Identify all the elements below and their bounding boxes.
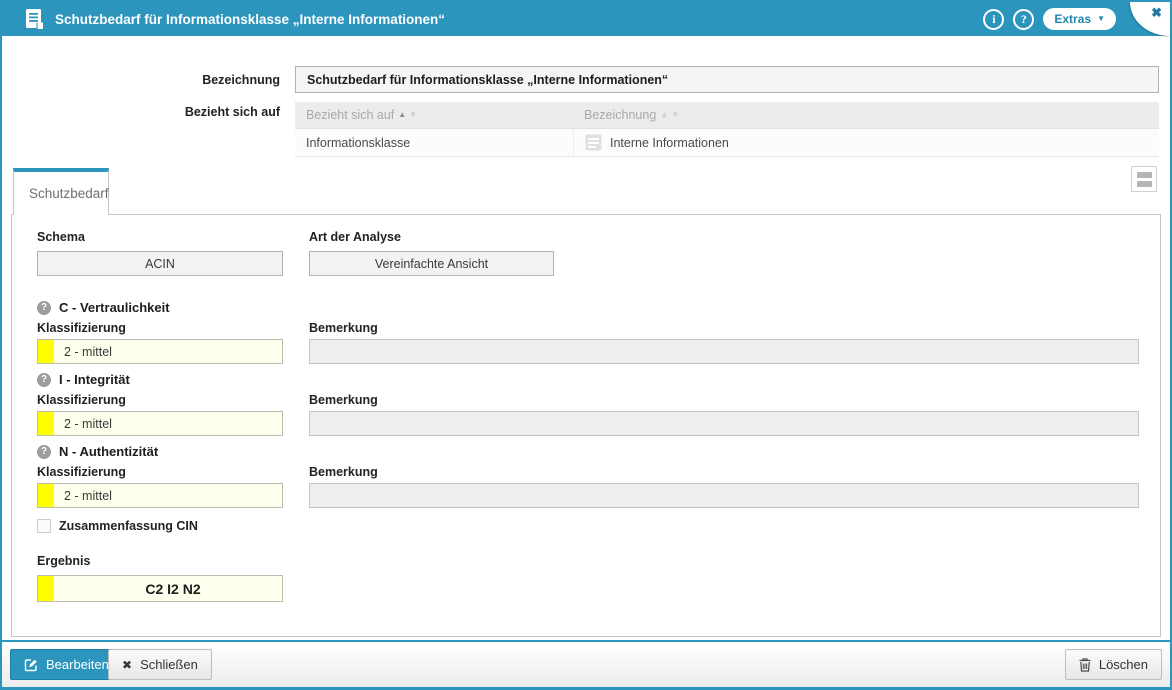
page-title: Schutzbedarf für Informationsklasse „Int… <box>55 11 446 27</box>
rows-bar <box>1136 171 1152 178</box>
schema-label: Schema <box>37 230 85 244</box>
zusammenfassung-cin-checkbox[interactable] <box>37 519 51 533</box>
schema-field: ACIN <box>37 251 283 276</box>
trash-icon <box>1079 657 1091 672</box>
extras-dropdown-button[interactable]: Extras ▼ <box>1043 8 1116 30</box>
dialog-window: Schutzbedarf für Informationsklasse „Int… <box>0 0 1172 690</box>
section-c-header: ? C - Vertraulichkeit <box>37 300 170 315</box>
close-x-icon: ✖ <box>122 657 133 672</box>
layout-rows-icon[interactable] <box>1131 166 1157 192</box>
relation-column-name[interactable]: Bezeichnung ▲ ▼ <box>573 108 1159 122</box>
help-icon[interactable]: ? <box>37 372 51 387</box>
table-row[interactable]: Informationsklasse Interne Informationen <box>295 129 1159 157</box>
edit-button-label: Bearbeiten <box>46 657 109 672</box>
klassifizierung-label: Klassifizierung <box>37 393 126 407</box>
ergebnis-value: C2 I2 N2 <box>145 580 201 597</box>
classification-color-bar <box>38 484 54 507</box>
klassifizierung-label: Klassifizierung <box>37 321 126 335</box>
close-icon[interactable]: ✖ <box>1151 5 1162 21</box>
chevron-down-icon: ▼ <box>1097 14 1105 23</box>
section-n-title: N - Authentizität <box>59 444 159 459</box>
relation-row-type: Informationsklasse <box>306 135 411 150</box>
extras-label: Extras <box>1054 12 1092 26</box>
bemerkung-field-c <box>309 339 1139 364</box>
section-c-title: C - Vertraulichkeit <box>59 300 170 315</box>
document-icon <box>26 9 43 29</box>
bemerkung-field-n <box>309 483 1139 508</box>
bezeichnung-value: Schutzbedarf für Informationsklasse „Int… <box>307 72 669 87</box>
klassifizierung-value-i: 2 - mittel <box>64 416 112 431</box>
result-color-bar <box>38 576 54 601</box>
footer-toolbar: Bearbeiten ✖ Schließen Löschen <box>2 640 1170 687</box>
bemerkung-label: Bemerkung <box>309 321 378 335</box>
informationsklasse-icon <box>585 134 602 151</box>
edit-button[interactable]: Bearbeiten <box>10 649 123 680</box>
sort-asc-icon[interactable]: ▲ <box>660 111 668 119</box>
relation-row-name: Interne Informationen <box>610 135 729 150</box>
relation-table: Bezieht sich auf ▲ ▼ Bezeichnung ▲ ▼ Inf… <box>295 102 1159 157</box>
relation-column-type-label: Bezieht sich auf <box>306 108 395 122</box>
klassifizierung-field-n: 2 - mittel <box>37 483 283 508</box>
close-button[interactable]: ✖ Schließen <box>108 649 212 680</box>
sort-desc-icon[interactable]: ▼ <box>671 111 679 119</box>
titlebar: Schutzbedarf für Informationsklasse „Int… <box>2 2 1170 36</box>
section-n-header: ? N - Authentizität <box>37 444 158 459</box>
relation-table-header: Bezieht sich auf ▲ ▼ Bezeichnung ▲ ▼ <box>295 102 1159 129</box>
sort-asc-icon[interactable]: ▲ <box>398 111 406 119</box>
tab-schutzbedarf[interactable]: Schutzbedarf <box>13 168 109 215</box>
klassifizierung-label: Klassifizierung <box>37 465 126 479</box>
bemerkung-field-i <box>309 411 1139 436</box>
classification-color-bar <box>38 412 54 435</box>
help-icon[interactable]: ? <box>37 444 51 459</box>
titlebar-actions: i ? Extras ▼ <box>983 8 1116 30</box>
analyse-value: Vereinfachte Ansicht <box>374 256 489 271</box>
ergebnis-label: Ergebnis <box>37 554 91 568</box>
section-i-title: I - Integrität <box>59 372 130 387</box>
sort-desc-icon[interactable]: ▼ <box>409 111 417 119</box>
bezeichnung-field: Schutzbedarf für Informationsklasse „Int… <box>295 66 1159 93</box>
klassifizierung-value-n: 2 - mittel <box>64 488 112 503</box>
rows-bar <box>1136 180 1152 187</box>
klassifizierung-field-c: 2 - mittel <box>37 339 283 364</box>
relation-column-type[interactable]: Bezieht sich auf ▲ ▼ <box>295 108 573 122</box>
section-i-header: ? I - Integrität <box>37 372 130 387</box>
schema-value: ACIN <box>145 256 175 271</box>
bemerkung-label: Bemerkung <box>309 465 378 479</box>
relation-row-name-cell: Interne Informationen <box>573 129 1159 156</box>
delete-button[interactable]: Löschen <box>1064 649 1162 680</box>
bemerkung-label: Bemerkung <box>309 393 378 407</box>
tab-schutzbedarf-label: Schutzbedarf <box>29 186 109 201</box>
klassifizierung-field-i: 2 - mittel <box>37 411 283 436</box>
klassifizierung-value-c: 2 - mittel <box>64 344 112 359</box>
classification-color-bar <box>38 340 54 363</box>
info-icon[interactable]: i <box>983 8 1005 30</box>
relation-column-name-label: Bezeichnung <box>584 108 657 122</box>
ergebnis-field: C2 I2 N2 <box>37 575 283 602</box>
help-icon[interactable]: ? <box>37 300 51 315</box>
zusammenfassung-cin-label: Zusammenfassung CIN <box>59 519 198 533</box>
analyse-label: Art der Analyse <box>309 230 401 244</box>
help-icon[interactable]: ? <box>1013 8 1035 30</box>
close-button-label: Schließen <box>140 657 198 672</box>
dialog-body: Bezeichnung Schutzbedarf für Information… <box>2 36 1170 640</box>
relation-label: Bezieht sich auf <box>184 105 280 119</box>
edit-icon <box>24 658 38 672</box>
delete-button-label: Löschen <box>1098 657 1148 672</box>
bezeichnung-label: Bezeichnung <box>202 73 280 87</box>
analyse-field: Vereinfachte Ansicht <box>309 251 554 276</box>
schutzbedarf-panel: Schema ACIN Art der Analyse Vereinfachte… <box>11 214 1161 637</box>
